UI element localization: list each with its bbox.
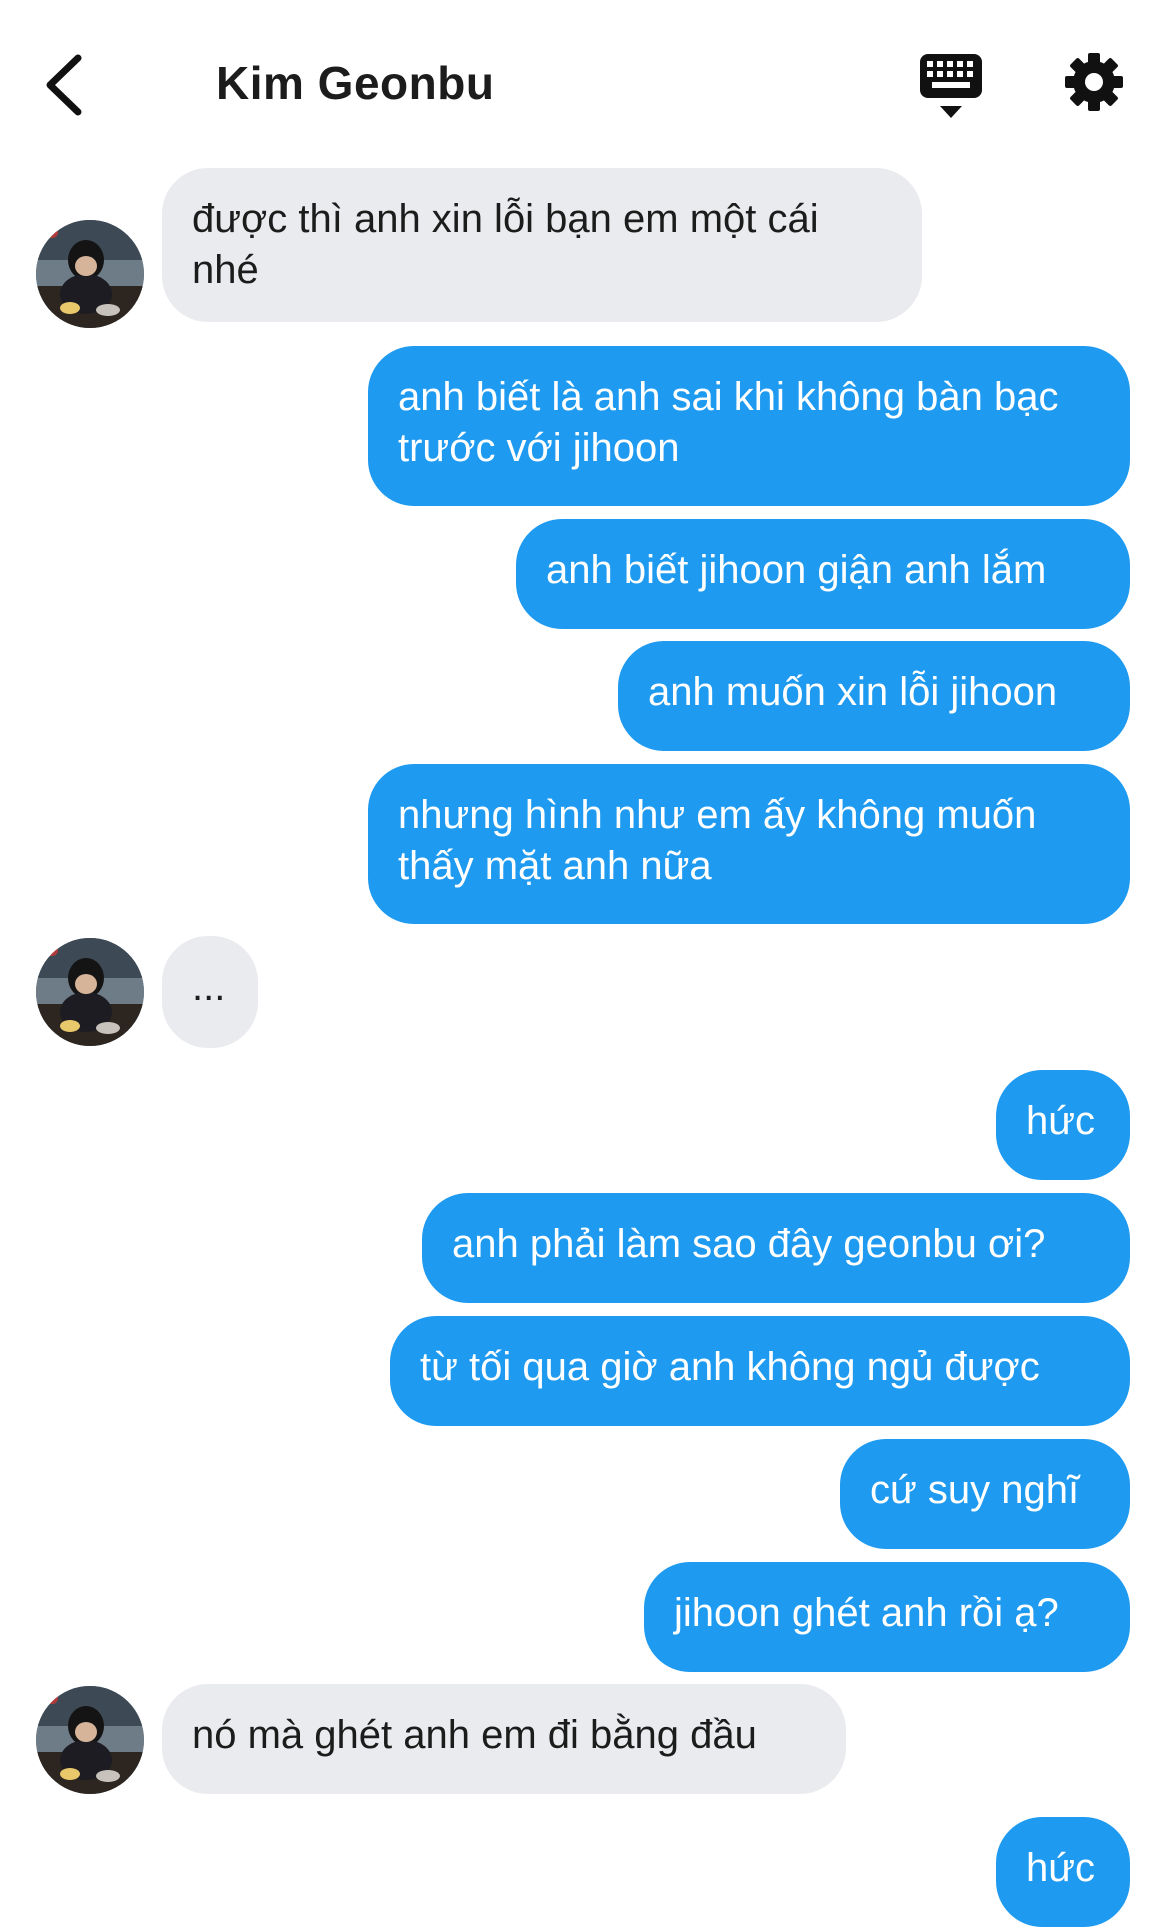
message-row: được thì anh xin lỗi bạn em một cái nhé	[0, 168, 1166, 328]
page-title: Kim Geonbu	[216, 57, 495, 109]
chat-header: Kim Geonbu	[0, 0, 1166, 160]
message-row: cứ suy nghĩ	[0, 1439, 1166, 1549]
message-row: hức	[0, 1817, 1166, 1927]
outgoing-message-bubble[interactable]: cứ suy nghĩ	[840, 1439, 1130, 1549]
keyboard-button[interactable]	[918, 52, 984, 122]
incoming-message-bubble[interactable]: được thì anh xin lỗi bạn em một cái nhé	[162, 168, 922, 322]
message-row: từ tối qua giờ anh không ngủ được	[0, 1316, 1166, 1426]
message-row: jihoon ghét anh rồi ạ?	[0, 1562, 1166, 1672]
outgoing-message-bubble[interactable]: nhưng hình như em ấy không muốn thấy mặt…	[368, 764, 1130, 924]
message-row: anh muốn xin lỗi jihoon	[0, 641, 1166, 751]
message-row: ...	[0, 936, 1166, 1048]
outgoing-message-bubble[interactable]: hức	[996, 1070, 1130, 1180]
message-row: hức	[0, 1070, 1166, 1180]
incoming-message-bubble[interactable]: ...	[162, 936, 258, 1048]
incoming-message-bubble[interactable]: nó mà ghét anh em đi bằng đầu	[162, 1684, 846, 1794]
gear-icon	[1065, 53, 1123, 111]
outgoing-message-bubble[interactable]: anh biết jihoon giận anh lắm	[516, 519, 1130, 629]
keyboard-icon	[920, 54, 982, 118]
message-list[interactable]: được thì anh xin lỗi bạn em một cái nhé …	[0, 160, 1166, 1927]
avatar[interactable]	[36, 938, 144, 1046]
outgoing-message-bubble[interactable]: từ tối qua giờ anh không ngủ được	[390, 1316, 1130, 1426]
message-row: anh biết là anh sai khi không bàn bạc tr…	[0, 346, 1166, 506]
outgoing-message-bubble[interactable]: anh muốn xin lỗi jihoon	[618, 641, 1130, 751]
settings-button[interactable]	[1064, 52, 1124, 112]
message-row: nó mà ghét anh em đi bằng đầu	[0, 1684, 1166, 1794]
message-row: anh biết jihoon giận anh lắm	[0, 519, 1166, 629]
outgoing-message-bubble[interactable]: anh phải làm sao đây geonbu ơi?	[422, 1193, 1130, 1303]
chevron-left-icon	[46, 54, 82, 116]
back-button[interactable]	[40, 50, 90, 120]
avatar[interactable]	[36, 220, 144, 328]
avatar[interactable]	[36, 1686, 144, 1794]
outgoing-message-bubble[interactable]: hức	[996, 1817, 1130, 1927]
message-row: anh phải làm sao đây geonbu ơi?	[0, 1193, 1166, 1303]
outgoing-message-bubble[interactable]: anh biết là anh sai khi không bàn bạc tr…	[368, 346, 1130, 506]
message-row: nhưng hình như em ấy không muốn thấy mặt…	[0, 764, 1166, 924]
outgoing-message-bubble[interactable]: jihoon ghét anh rồi ạ?	[644, 1562, 1130, 1672]
